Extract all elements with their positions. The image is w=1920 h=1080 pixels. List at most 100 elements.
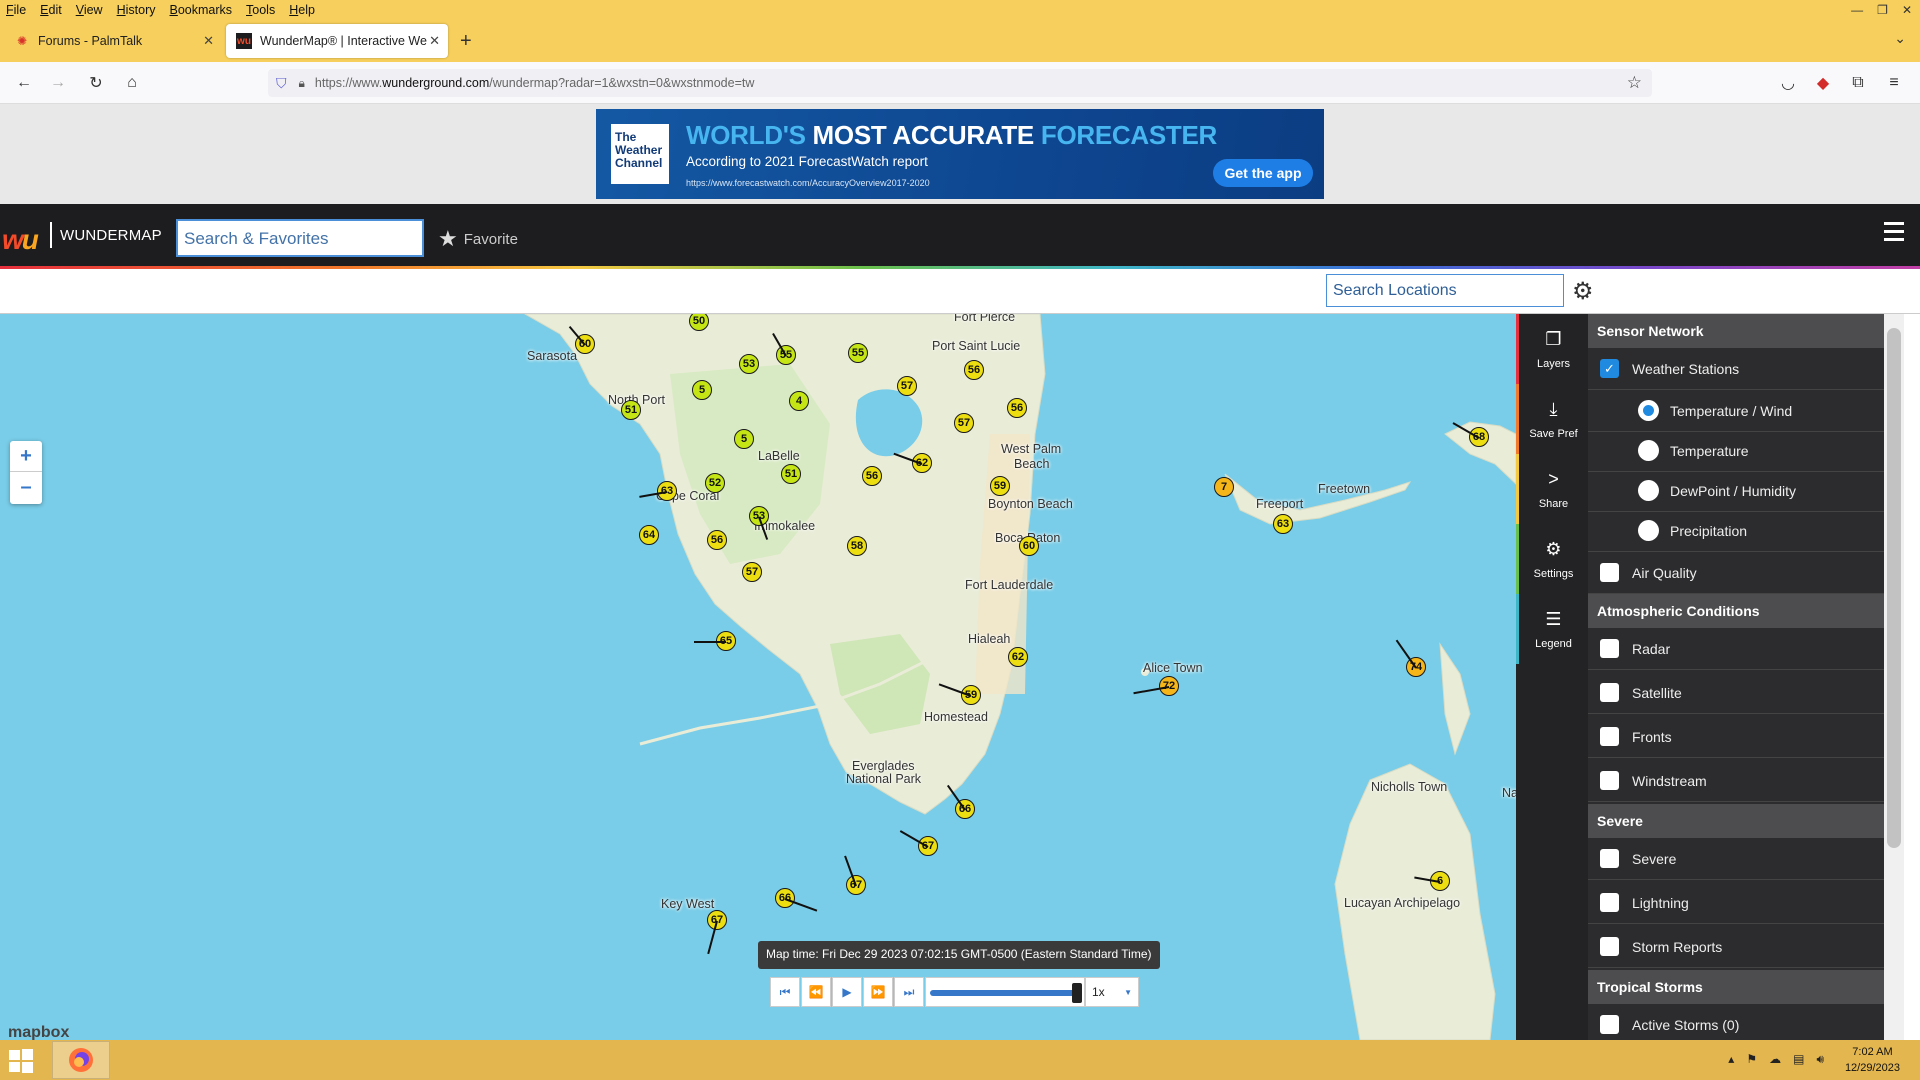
checkbox[interactable]: [1600, 727, 1619, 746]
timeline-slider[interactable]: [925, 977, 1085, 1007]
storm-reports-toggle[interactable]: Storm Reports: [1588, 926, 1884, 968]
weather-station-marker[interactable]: 53: [739, 354, 759, 374]
system-clock[interactable]: 7:02 AM 12/29/2023: [1845, 1044, 1900, 1076]
pocket-icon[interactable]: ◡: [1776, 71, 1800, 95]
weather-station-marker[interactable]: 56: [964, 360, 984, 380]
air-quality-toggle[interactable]: Air Quality: [1588, 552, 1884, 594]
network-icon[interactable]: ▤: [1793, 1052, 1804, 1067]
minimize-icon[interactable]: —: [1851, 3, 1863, 17]
severe-toggle[interactable]: Severe: [1588, 838, 1884, 880]
menu-history[interactable]: History: [117, 3, 156, 17]
weather-stations-toggle[interactable]: ✓ Weather Stations: [1588, 348, 1884, 390]
extensions-icon[interactable]: ⧉: [1846, 71, 1870, 95]
menu-view[interactable]: View: [76, 3, 103, 17]
menu-file[interactable]: File: [6, 3, 26, 17]
windstream-toggle[interactable]: Windstream: [1588, 760, 1884, 802]
checkbox[interactable]: [1600, 893, 1619, 912]
layers-button[interactable]: ❐ Layers: [1516, 314, 1588, 384]
active-storms-toggle[interactable]: Active Storms (0): [1588, 1004, 1884, 1040]
search-locations-input[interactable]: Search Locations: [1326, 274, 1564, 307]
chevron-up-icon[interactable]: ▴: [1728, 1052, 1734, 1067]
scrollbar-thumb[interactable]: [1887, 328, 1901, 848]
checkbox[interactable]: [1600, 771, 1619, 790]
lock-icon[interactable]: 🔒︎: [299, 76, 305, 91]
map-canvas[interactable]: BradentonSarasotaNorth PortCape CoralLaB…: [0, 314, 1516, 1040]
weather-station-marker[interactable]: 67: [899, 830, 938, 856]
favorite-button[interactable]: ★ Favorite: [438, 226, 518, 252]
dewpoint-option[interactable]: DewPoint / Humidity: [1588, 470, 1884, 512]
zoom-out-button[interactable]: –: [10, 472, 42, 503]
weather-station-marker[interactable]: 62: [1008, 647, 1028, 667]
weather-station-marker[interactable]: 68: [1452, 422, 1489, 447]
weather-station-marker[interactable]: 74: [1395, 639, 1426, 677]
checkbox[interactable]: [1600, 1015, 1619, 1034]
checkbox[interactable]: [1600, 563, 1619, 582]
close-tab-icon[interactable]: ✕: [429, 33, 440, 49]
firefox-taskbar-button[interactable]: [52, 1041, 110, 1079]
rewind-icon[interactable]: ⏪: [801, 977, 831, 1007]
volume-icon[interactable]: 🔊︎: [1816, 1052, 1824, 1067]
weather-station-marker[interactable]: 65: [694, 631, 736, 651]
temperature-option[interactable]: Temperature: [1588, 430, 1884, 472]
radar-toggle[interactable]: Radar: [1588, 628, 1884, 670]
weather-station-marker[interactable]: 55: [848, 343, 868, 363]
restore-icon[interactable]: ❐: [1877, 3, 1888, 17]
flag-icon[interactable]: ⚑: [1746, 1052, 1757, 1067]
checkbox[interactable]: [1600, 683, 1619, 702]
share-button[interactable]: > Share: [1516, 454, 1588, 524]
menu-help[interactable]: Help: [289, 3, 315, 17]
temp-wind-option[interactable]: Temperature / Wind: [1588, 390, 1884, 432]
weather-station-marker[interactable]: 56: [1007, 398, 1027, 418]
checkbox[interactable]: [1600, 937, 1619, 956]
zoom-in-button[interactable]: +: [10, 441, 42, 472]
skip-end-icon[interactable]: ⏭: [894, 977, 924, 1007]
reload-icon[interactable]: ↻: [84, 71, 108, 95]
menu-tools[interactable]: Tools: [246, 3, 275, 17]
home-icon[interactable]: ⌂: [120, 71, 144, 95]
weather-station-marker[interactable]: 5: [692, 380, 712, 400]
radio[interactable]: [1638, 480, 1659, 501]
weather-station-marker[interactable]: 53: [749, 506, 769, 540]
app-menu-icon[interactable]: ≡: [1882, 71, 1906, 95]
weather-station-marker[interactable]: 72: [1133, 676, 1179, 696]
weather-station-marker[interactable]: 67: [707, 910, 727, 955]
weather-station-marker[interactable]: 7: [1214, 477, 1234, 497]
url-bar[interactable]: ⛉ 🔒︎ https://www.wunderground.com/wunder…: [268, 69, 1652, 97]
weather-station-marker[interactable]: 67: [844, 855, 866, 895]
checkbox[interactable]: [1600, 849, 1619, 868]
weather-station-marker[interactable]: 51: [781, 464, 801, 484]
fronts-toggle[interactable]: Fronts: [1588, 716, 1884, 758]
panel-scrollbar[interactable]: [1884, 314, 1904, 1040]
fast-forward-icon[interactable]: ⏩: [863, 977, 893, 1007]
new-tab-icon[interactable]: +: [460, 30, 472, 53]
shield-icon[interactable]: ⛉: [276, 75, 287, 92]
weather-station-marker[interactable]: 66: [775, 888, 818, 912]
weather-station-marker[interactable]: 55: [772, 332, 796, 365]
weather-station-marker[interactable]: 56: [862, 466, 882, 486]
mapbox-logo[interactable]: mapbox: [8, 1024, 69, 1040]
radio[interactable]: [1638, 520, 1659, 541]
precipitation-option[interactable]: Precipitation: [1588, 510, 1884, 552]
hamburger-menu-icon[interactable]: [1884, 222, 1904, 242]
settings-button[interactable]: ⚙ Settings: [1516, 524, 1588, 594]
weather-station-marker[interactable]: 63: [639, 481, 677, 501]
url-text[interactable]: https://www.wunderground.com/wundermap?r…: [315, 76, 754, 90]
wu-logo[interactable]: wu: [2, 224, 39, 256]
weather-station-marker[interactable]: 51: [621, 400, 641, 420]
menu-edit[interactable]: Edit: [40, 3, 62, 17]
windows-start-icon[interactable]: [8, 1048, 34, 1074]
menu-bookmarks[interactable]: Bookmarks: [170, 3, 233, 17]
radio[interactable]: [1638, 440, 1659, 461]
weather-station-marker[interactable]: 5: [734, 429, 754, 449]
radio-selected[interactable]: [1638, 400, 1659, 421]
weather-station-marker[interactable]: 60: [1019, 536, 1039, 556]
checkbox[interactable]: [1600, 639, 1619, 658]
chevron-down-icon[interactable]: ⌄: [1894, 30, 1906, 47]
skip-start-icon[interactable]: ⏮: [770, 977, 800, 1007]
extension-icon[interactable]: ◆: [1811, 71, 1835, 95]
weather-station-marker[interactable]: 57: [742, 562, 762, 582]
weather-station-marker[interactable]: 52: [705, 473, 725, 493]
tab-palmtalk[interactable]: ✺ Forums - PalmTalk ✕: [4, 24, 222, 58]
ad-banner[interactable]: The Weather Channel WORLD'S MOST ACCURATE …: [596, 109, 1324, 199]
weather-station-marker[interactable]: 63: [1273, 514, 1293, 534]
